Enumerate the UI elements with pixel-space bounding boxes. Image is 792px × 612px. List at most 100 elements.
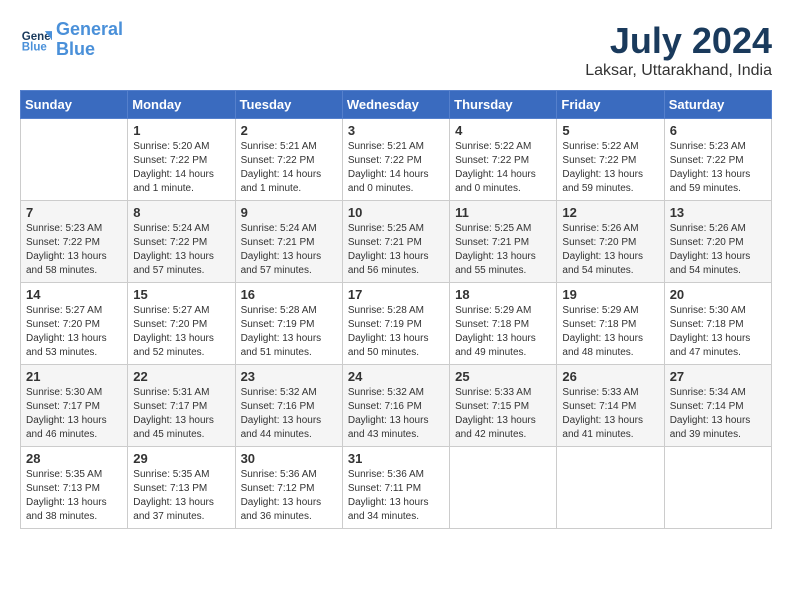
calendar-cell: 10Sunrise: 5:25 AM Sunset: 7:21 PM Dayli…: [342, 201, 449, 283]
calendar-week-5: 28 Sunrise: 5:35 AM Sunset: 7:13 PM Dayli…: [21, 447, 772, 529]
day-number: 4: [455, 123, 551, 138]
day-number: 12: [562, 205, 658, 220]
day-number: 17: [348, 287, 444, 302]
day-number: 5: [562, 123, 658, 138]
day-number: 20: [670, 287, 766, 302]
day-number: 19: [562, 287, 658, 302]
calendar-cell: [450, 447, 557, 529]
logo-icon: General Blue: [20, 24, 52, 56]
day-info: Sunrise: 5:23 AM Sunset: 7:22 PM Dayligh…: [670, 140, 766, 196]
calendar-cell: 4 Sunrise: 5:22 AM Sunset: 7:22 PM Daylig…: [450, 119, 557, 201]
calendar-cell: 14 Sunrise: 5:27 AM Sunset: 7:20 PM Dayli…: [21, 283, 128, 365]
day-info: Sunrise: 5:22 AM Sunset: 7:22 PM Dayligh…: [455, 140, 551, 196]
calendar-cell: 27Sunrise: 5:34 AM Sunset: 7:14 PM Dayli…: [664, 365, 771, 447]
calendar-cell: 31 Sunrise: 5:36 AM Sunset: 7:11 PM Dayli…: [342, 447, 449, 529]
calendar-cell: 17Sunrise: 5:28 AM Sunset: 7:19 PM Dayli…: [342, 283, 449, 365]
day-info: Sunrise: 5:30 AM Sunset: 7:18 PM Dayligh…: [670, 304, 766, 360]
day-number: 14: [26, 287, 122, 302]
calendar-cell: 29 Sunrise: 5:35 AM Sunset: 7:13 PM Dayli…: [128, 447, 235, 529]
day-number: 26: [562, 369, 658, 384]
calendar-cell: 24 Sunrise: 5:32 AM Sunset: 7:16 PM Dayli…: [342, 365, 449, 447]
day-info: Sunrise: 5:35 AM Sunset: 7:13 PM Dayligh…: [133, 468, 229, 524]
calendar-cell: 1 Sunrise: 5:20 AM Sunset: 7:22 PM Daylig…: [128, 119, 235, 201]
column-header-monday: Monday: [128, 91, 235, 119]
day-info: Sunrise: 5:20 AM Sunset: 7:22 PM Dayligh…: [133, 140, 229, 196]
day-info: Sunrise: 5:35 AM Sunset: 7:13 PM Dayligh…: [26, 468, 122, 524]
day-number: 27: [670, 369, 766, 384]
day-info: Sunrise: 5:27 AM Sunset: 7:20 PM Dayligh…: [26, 304, 122, 360]
calendar-cell: 26Sunrise: 5:33 AM Sunset: 7:14 PM Dayli…: [557, 365, 664, 447]
calendar-cell: [557, 447, 664, 529]
calendar-cell: 9 Sunrise: 5:24 AM Sunset: 7:21 PM Daylig…: [235, 201, 342, 283]
calendar-body: 1 Sunrise: 5:20 AM Sunset: 7:22 PM Daylig…: [21, 119, 772, 529]
day-number: 15: [133, 287, 229, 302]
column-header-thursday: Thursday: [450, 91, 557, 119]
calendar-week-4: 21 Sunrise: 5:30 AM Sunset: 7:17 PM Dayli…: [21, 365, 772, 447]
month-year: July 2024: [585, 20, 772, 62]
calendar-cell: 6 Sunrise: 5:23 AM Sunset: 7:22 PM Daylig…: [664, 119, 771, 201]
calendar-cell: [664, 447, 771, 529]
day-info: Sunrise: 5:24 AM Sunset: 7:21 PM Dayligh…: [241, 222, 337, 278]
day-number: 28: [26, 451, 122, 466]
calendar-cell: 15 Sunrise: 5:27 AM Sunset: 7:20 PM Dayli…: [128, 283, 235, 365]
calendar-cell: 11 Sunrise: 5:25 AM Sunset: 7:21 PM Dayli…: [450, 201, 557, 283]
day-number: 30: [241, 451, 337, 466]
calendar-cell: 13Sunrise: 5:26 AM Sunset: 7:20 PM Dayli…: [664, 201, 771, 283]
logo: General Blue General Blue: [20, 20, 123, 60]
calendar-cell: 5 Sunrise: 5:22 AM Sunset: 7:22 PM Daylig…: [557, 119, 664, 201]
day-number: 1: [133, 123, 229, 138]
logo-line2: Blue: [56, 39, 95, 59]
calendar-cell: 25 Sunrise: 5:33 AM Sunset: 7:15 PM Dayli…: [450, 365, 557, 447]
day-number: 8: [133, 205, 229, 220]
calendar-cell: 19Sunrise: 5:29 AM Sunset: 7:18 PM Dayli…: [557, 283, 664, 365]
calendar-cell: 28 Sunrise: 5:35 AM Sunset: 7:13 PM Dayli…: [21, 447, 128, 529]
day-info: Sunrise: 5:29 AM Sunset: 7:18 PM Dayligh…: [455, 304, 551, 360]
day-info: Sunrise: 5:33 AM Sunset: 7:15 PM Dayligh…: [455, 386, 551, 442]
day-number: 11: [455, 205, 551, 220]
day-info: Sunrise: 5:22 AM Sunset: 7:22 PM Dayligh…: [562, 140, 658, 196]
day-info: Sunrise: 5:23 AM Sunset: 7:22 PM Dayligh…: [26, 222, 122, 278]
column-header-friday: Friday: [557, 91, 664, 119]
calendar-cell: 22Sunrise: 5:31 AM Sunset: 7:17 PM Dayli…: [128, 365, 235, 447]
day-info: Sunrise: 5:24 AM Sunset: 7:22 PM Dayligh…: [133, 222, 229, 278]
calendar-week-2: 7 Sunrise: 5:23 AM Sunset: 7:22 PM Daylig…: [21, 201, 772, 283]
calendar-cell: 20 Sunrise: 5:30 AM Sunset: 7:18 PM Dayli…: [664, 283, 771, 365]
day-number: 21: [26, 369, 122, 384]
logo-text: General Blue: [56, 20, 123, 60]
day-number: 29: [133, 451, 229, 466]
page-header: General Blue General Blue July 2024 Laks…: [20, 20, 772, 80]
day-number: 25: [455, 369, 551, 384]
calendar-cell: 30 Sunrise: 5:36 AM Sunset: 7:12 PM Dayli…: [235, 447, 342, 529]
calendar-cell: [21, 119, 128, 201]
day-number: 24: [348, 369, 444, 384]
day-info: Sunrise: 5:27 AM Sunset: 7:20 PM Dayligh…: [133, 304, 229, 360]
calendar-cell: 3Sunrise: 5:21 AM Sunset: 7:22 PM Daylig…: [342, 119, 449, 201]
calendar-cell: 16Sunrise: 5:28 AM Sunset: 7:19 PM Dayli…: [235, 283, 342, 365]
day-number: 6: [670, 123, 766, 138]
title-block: July 2024 Laksar, Uttarakhand, India: [585, 20, 772, 80]
column-header-tuesday: Tuesday: [235, 91, 342, 119]
day-number: 31: [348, 451, 444, 466]
calendar-week-3: 14 Sunrise: 5:27 AM Sunset: 7:20 PM Dayli…: [21, 283, 772, 365]
day-info: Sunrise: 5:21 AM Sunset: 7:22 PM Dayligh…: [348, 140, 444, 196]
calendar-cell: 2Sunrise: 5:21 AM Sunset: 7:22 PM Daylig…: [235, 119, 342, 201]
day-number: 9: [241, 205, 337, 220]
day-info: Sunrise: 5:25 AM Sunset: 7:21 PM Dayligh…: [455, 222, 551, 278]
calendar-cell: 18 Sunrise: 5:29 AM Sunset: 7:18 PM Dayli…: [450, 283, 557, 365]
day-info: Sunrise: 5:30 AM Sunset: 7:17 PM Dayligh…: [26, 386, 122, 442]
calendar-week-1: 1 Sunrise: 5:20 AM Sunset: 7:22 PM Daylig…: [21, 119, 772, 201]
day-number: 18: [455, 287, 551, 302]
day-number: 7: [26, 205, 122, 220]
day-info: Sunrise: 5:32 AM Sunset: 7:16 PM Dayligh…: [348, 386, 444, 442]
column-header-sunday: Sunday: [21, 91, 128, 119]
day-info: Sunrise: 5:36 AM Sunset: 7:11 PM Dayligh…: [348, 468, 444, 524]
day-number: 23: [241, 369, 337, 384]
day-info: Sunrise: 5:31 AM Sunset: 7:17 PM Dayligh…: [133, 386, 229, 442]
calendar-cell: 12Sunrise: 5:26 AM Sunset: 7:20 PM Dayli…: [557, 201, 664, 283]
day-number: 10: [348, 205, 444, 220]
day-info: Sunrise: 5:32 AM Sunset: 7:16 PM Dayligh…: [241, 386, 337, 442]
calendar-cell: 8 Sunrise: 5:24 AM Sunset: 7:22 PM Daylig…: [128, 201, 235, 283]
day-info: Sunrise: 5:36 AM Sunset: 7:12 PM Dayligh…: [241, 468, 337, 524]
calendar-cell: 23 Sunrise: 5:32 AM Sunset: 7:16 PM Dayli…: [235, 365, 342, 447]
calendar-header-row: SundayMondayTuesdayWednesdayThursdayFrid…: [21, 91, 772, 119]
